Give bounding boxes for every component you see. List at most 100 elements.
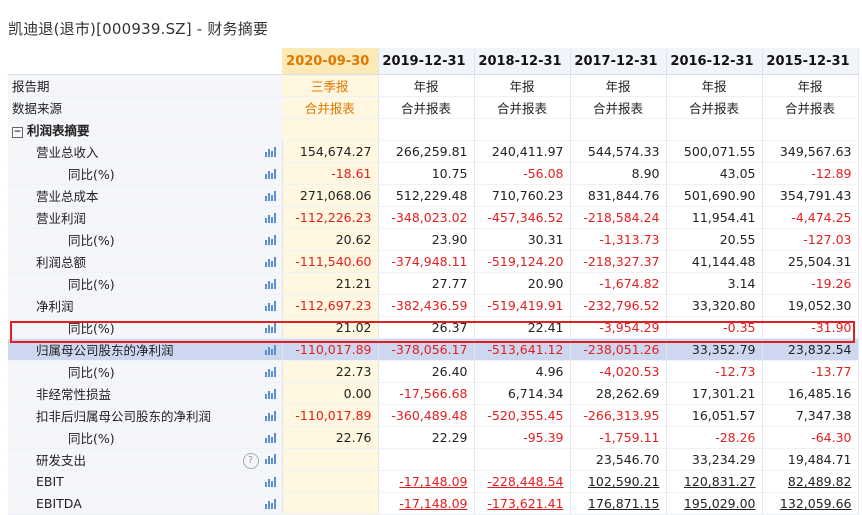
report-period-row: 报告期 三季报 年报 年报 年报 年报 年报 bbox=[8, 74, 859, 97]
collapse-icon[interactable]: − bbox=[12, 127, 23, 138]
value-cell: 0.00 bbox=[282, 382, 379, 405]
bar-chart-icon[interactable] bbox=[264, 474, 276, 489]
value-cell: -4,474.25 bbox=[762, 206, 859, 229]
value-cell: 8.90 bbox=[570, 162, 667, 185]
value-cell: -17,148.09 bbox=[378, 492, 475, 515]
value-cell: -348,023.02 bbox=[378, 206, 475, 229]
value-cell: -519,124.20 bbox=[474, 250, 571, 273]
bar-chart-icon[interactable] bbox=[264, 430, 276, 445]
table-row: 同比(%) 22.73 26.40 4.96 -4,020.53 -12.73 -13.77 bbox=[8, 360, 859, 383]
report-period-row-cell: 年报 bbox=[570, 74, 667, 97]
value-cell: -17,148.09 bbox=[378, 470, 475, 493]
value-cell: -3,954.29 bbox=[570, 316, 667, 339]
bar-chart-icon[interactable] bbox=[264, 320, 276, 335]
row-label: EBIT bbox=[36, 474, 64, 489]
table-row: 营业总成本 271,068.06 512,229.48 710,760.23 831,8… bbox=[8, 184, 859, 207]
column-header[interactable]: 2018-12-31 bbox=[474, 48, 571, 75]
table-row: 利润总额 -111,540.60 -374,948.11 -519,124.20 -21… bbox=[8, 250, 859, 273]
table-row: EBITDA -17,148.09 -173,621.41 176,871.15 195… bbox=[8, 492, 859, 515]
value-cell: 23,832.54 bbox=[762, 338, 859, 361]
column-header[interactable]: 2017-12-31 bbox=[570, 48, 667, 75]
data-source-row-cell: 合并报表 bbox=[762, 96, 859, 119]
value-cell: 349,567.63 bbox=[762, 140, 859, 163]
value-cell: -520,355.45 bbox=[474, 404, 571, 427]
report-period-row-cell: 年报 bbox=[378, 74, 475, 97]
value-cell: 22.76 bbox=[282, 426, 379, 449]
value-cell: 10.75 bbox=[378, 162, 475, 185]
data-source-row: 数据来源 合并报表 合并报表 合并报表 合并报表 合并报表 合并报表 bbox=[8, 96, 859, 119]
bar-chart-icon[interactable] bbox=[264, 210, 276, 225]
value-cell: 3.14 bbox=[666, 272, 763, 295]
table-row: EBIT -17,148.09 -228,448.54 102,590.21 120,8… bbox=[8, 470, 859, 493]
value-cell: 33,320.80 bbox=[666, 294, 763, 317]
value-cell: -1,759.11 bbox=[570, 426, 667, 449]
table-row: 非经常性损益 0.00 -17,566.68 6,714.34 28,262.69 17,… bbox=[8, 382, 859, 405]
table-row: 营业总收入 154,674.27 266,259.81 240,411.97 544,5… bbox=[8, 140, 859, 163]
bar-chart-icon[interactable] bbox=[264, 276, 276, 291]
table-row: 同比(%) 21.21 27.77 20.90 -1,674.82 3.14 -19.26 bbox=[8, 272, 859, 295]
bar-chart-icon[interactable] bbox=[264, 166, 276, 181]
table-row: 归属母公司股东的净利润 -110,017.89 -378,056.17 -513,64… bbox=[8, 338, 859, 361]
column-header[interactable]: 2015-12-31 bbox=[762, 48, 859, 75]
section-row: − 利润表摘要 bbox=[8, 118, 859, 141]
column-header[interactable]: 2016-12-31 bbox=[666, 48, 763, 75]
value-cell: -360,489.48 bbox=[378, 404, 475, 427]
value-cell bbox=[282, 492, 379, 515]
value-cell: -112,697.23 bbox=[282, 294, 379, 317]
report-period-row-label: 报告期 bbox=[8, 74, 282, 97]
data-source-row-label: 数据来源 bbox=[8, 96, 282, 119]
row-label: 营业总收入 bbox=[36, 145, 99, 160]
row-label: 同比(%) bbox=[68, 167, 115, 182]
bar-chart-icon[interactable] bbox=[264, 298, 276, 313]
value-cell: 16,051.57 bbox=[666, 404, 763, 427]
table-row: 净利润 -112,697.23 -382,436.59 -519,419.91 -232… bbox=[8, 294, 859, 317]
value-cell: -64.30 bbox=[762, 426, 859, 449]
value-cell: 82,489.82 bbox=[762, 470, 859, 493]
value-cell: 544,574.33 bbox=[570, 140, 667, 163]
value-cell: 30.31 bbox=[474, 228, 571, 251]
row-label: 利润总额 bbox=[36, 255, 87, 270]
value-cell: -17,566.68 bbox=[378, 382, 475, 405]
bar-chart-icon[interactable] bbox=[264, 342, 276, 357]
data-source-row-cell: 合并报表 bbox=[282, 96, 379, 119]
row-label: 同比(%) bbox=[68, 277, 115, 292]
value-cell bbox=[474, 448, 571, 471]
column-header[interactable]: 2020-09-30 bbox=[282, 48, 379, 75]
value-cell: 20.55 bbox=[666, 228, 763, 251]
report-period-row-cell: 年报 bbox=[666, 74, 763, 97]
value-cell: 26.40 bbox=[378, 360, 475, 383]
row-label: 同比(%) bbox=[68, 365, 115, 380]
value-cell: 7,347.38 bbox=[762, 404, 859, 427]
bar-chart-icon[interactable] bbox=[264, 254, 276, 269]
section-label: 利润表摘要 bbox=[27, 123, 90, 138]
bar-chart-icon[interactable] bbox=[264, 144, 276, 159]
help-icon[interactable]: ? bbox=[242, 452, 259, 469]
value-cell: -4,020.53 bbox=[570, 360, 667, 383]
bar-chart-icon[interactable] bbox=[264, 496, 276, 511]
value-cell: 25,504.31 bbox=[762, 250, 859, 273]
window-title: 凯迪退(退市)[000939.SZ] - 财务摘要 bbox=[8, 20, 269, 38]
value-cell: 23.90 bbox=[378, 228, 475, 251]
row-label: 营业总成本 bbox=[36, 189, 99, 204]
value-cell: 16,485.16 bbox=[762, 382, 859, 405]
row-label: 扣非后归属母公司股东的净利润 bbox=[36, 409, 212, 424]
value-cell: -228,448.54 bbox=[474, 470, 571, 493]
column-header[interactable]: 2019-12-31 bbox=[378, 48, 475, 75]
data-source-row-cell: 合并报表 bbox=[474, 96, 571, 119]
bar-chart-icon[interactable] bbox=[264, 188, 276, 203]
bar-chart-icon[interactable] bbox=[264, 232, 276, 247]
bar-chart-icon[interactable] bbox=[264, 386, 276, 401]
bar-chart-icon[interactable] bbox=[264, 408, 276, 423]
value-cell: 512,229.48 bbox=[378, 184, 475, 207]
value-cell: -95.39 bbox=[474, 426, 571, 449]
row-label: 同比(%) bbox=[68, 321, 115, 336]
value-cell: 17,301.21 bbox=[666, 382, 763, 405]
bar-chart-icon[interactable] bbox=[264, 451, 276, 466]
value-cell: -374,948.11 bbox=[378, 250, 475, 273]
bar-chart-icon[interactable] bbox=[264, 364, 276, 379]
table-row: 研发支出? 23,546.70 33,234.29 19,484.71 bbox=[8, 448, 859, 471]
row-label: 归属母公司股东的净利润 bbox=[36, 343, 174, 358]
value-cell bbox=[282, 470, 379, 493]
value-cell: -111,540.60 bbox=[282, 250, 379, 273]
table-row: 扣非后归属母公司股东的净利润 -110,017.89 -360,489.48 -520… bbox=[8, 404, 859, 427]
